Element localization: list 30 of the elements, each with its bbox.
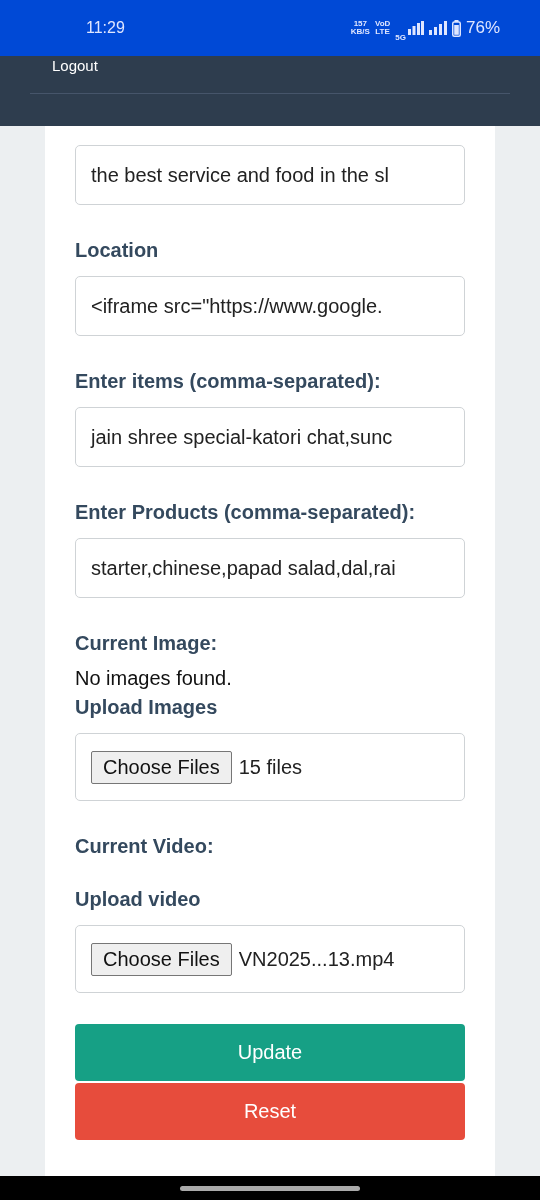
field-label: Upload video bbox=[75, 888, 202, 911]
file-name: 15 files bbox=[238, 755, 303, 779]
battery-level: 76% bbox=[465, 18, 500, 38]
choose-files-button[interactable]: Choose Files bbox=[91, 750, 232, 784]
input-field[interactable]: starter,chinese,papad salad,dal,rai bbox=[75, 538, 465, 598]
input-field[interactable]: <iframe src="https://www.google. bbox=[75, 276, 465, 336]
signal-icon bbox=[428, 21, 447, 35]
input-field[interactable]: the best service and food in the sl bbox=[75, 145, 465, 205]
signal-icon bbox=[407, 21, 424, 35]
volte-label: VoD bbox=[374, 20, 391, 28]
clock: 11:29 bbox=[86, 19, 125, 37]
file-input[interactable]: Choose Files 15 files bbox=[75, 733, 465, 801]
field-label: Upload Images bbox=[75, 696, 219, 719]
input-field[interactable]: jain shree special-katori chat,sunc bbox=[75, 407, 465, 467]
section-heading: Current Image: bbox=[75, 632, 219, 655]
file-name: VN2025...13.mp4 bbox=[238, 947, 395, 971]
field-label: Enter Products (comma-separated): bbox=[75, 501, 417, 524]
battery-icon bbox=[451, 19, 461, 37]
empty-message: No images found. bbox=[75, 667, 233, 690]
speed-unit: KB/S bbox=[350, 28, 370, 36]
file-input[interactable]: Choose Files VN2025...13.mp4 bbox=[75, 925, 465, 993]
network-type: 5G bbox=[395, 32, 406, 42]
choose-files-button[interactable]: Choose Files bbox=[91, 942, 232, 976]
form-button[interactable]: Reset bbox=[75, 1083, 465, 1140]
logout-link[interactable]: Logout bbox=[30, 56, 510, 74]
field-label: Enter items (comma-separated): bbox=[75, 370, 382, 393]
lte-label: LTE bbox=[375, 28, 390, 36]
field-label: Location bbox=[75, 239, 160, 262]
network-speed: 157 bbox=[353, 20, 367, 28]
section-heading: Current Video: bbox=[75, 835, 215, 858]
